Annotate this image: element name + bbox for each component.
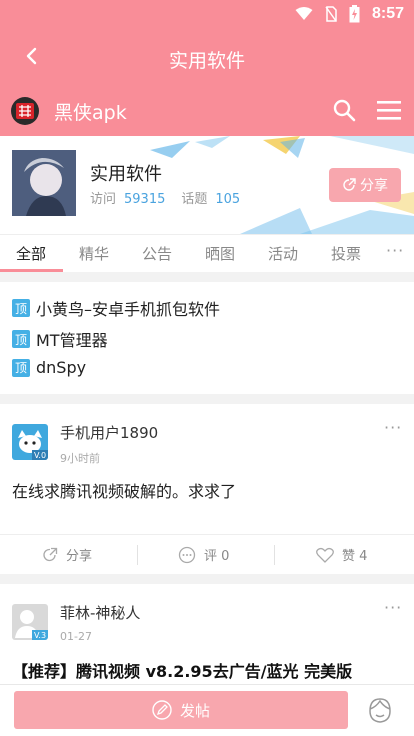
post-share-button[interactable]: 分享 xyxy=(42,545,92,564)
section-stats: 访问 59315 话题 105 xyxy=(90,188,256,207)
pinned-item[interactable]: 顶 小黄鸟–安卓手机抓包软件 xyxy=(12,296,220,320)
level-badge: V.3 xyxy=(34,631,46,640)
pin-tag: 顶 xyxy=(12,330,30,348)
tab-announcements[interactable]: 公告 xyxy=(142,243,172,264)
level-badge: V.0 xyxy=(34,451,46,460)
tabs-more-icon[interactable]: ··· xyxy=(386,241,404,260)
comment-count: 评 0 xyxy=(204,549,230,564)
tab-featured[interactable]: 精华 xyxy=(79,243,109,264)
pinned-item[interactable]: 顶 MT管理器 xyxy=(12,327,108,351)
post-comment-button[interactable]: 评 0 xyxy=(178,545,229,564)
post-like-button[interactable]: 赞 4 xyxy=(316,545,367,564)
topics-label: 话题 xyxy=(181,192,208,207)
post-time: 9小时前 xyxy=(60,452,100,465)
tab-events[interactable]: 活动 xyxy=(268,243,298,264)
red-seal-logo-icon[interactable] xyxy=(10,96,40,126)
like-count: 赞 4 xyxy=(342,549,368,564)
status-time: 8:57 xyxy=(371,5,404,22)
forum-name[interactable]: 黑侠apk xyxy=(54,98,127,125)
person-face-icon[interactable] xyxy=(366,695,394,725)
tab-votes[interactable]: 投票 xyxy=(331,243,361,264)
pinned-item[interactable]: 顶 dnSpy xyxy=(12,358,86,377)
share-label: 分享 xyxy=(66,549,93,564)
share-icon xyxy=(43,547,58,561)
status-icons: 8:57 xyxy=(295,5,404,23)
pin-tag: 顶 xyxy=(12,299,30,317)
tab-all[interactable]: 全部 xyxy=(16,243,46,264)
post-more-icon[interactable]: ··· xyxy=(384,418,402,437)
pinned-title: dnSpy xyxy=(36,358,87,377)
comment-icon xyxy=(178,546,196,563)
post-more-icon[interactable]: ··· xyxy=(384,598,402,617)
divider xyxy=(274,545,275,565)
topics-count: 105 xyxy=(215,192,241,207)
avatar[interactable]: V.0 xyxy=(12,424,48,460)
share-icon xyxy=(343,178,356,191)
wifi-icon xyxy=(295,7,313,20)
post-title[interactable]: 【推荐】腾讯视频 v8.2.95去广告/蓝光 完美版 xyxy=(12,658,352,682)
post-card[interactable]: V.3 菲林-神秘人 01-27 ··· 【推荐】腾讯视频 v8.2.95去广告… xyxy=(0,584,414,684)
post-text[interactable]: 在线求腾讯视频破解的。求求了 xyxy=(12,478,236,502)
hamburger-menu-icon[interactable] xyxy=(376,98,402,122)
divider xyxy=(137,545,138,565)
new-post-label: 发帖 xyxy=(179,701,210,720)
page-title: 实用软件 xyxy=(168,50,245,72)
tab-photos[interactable]: 晒图 xyxy=(205,243,235,264)
pinned-title: 小黄鸟–安卓手机抓包软件 xyxy=(36,300,221,319)
forum-bar: 黑侠apk xyxy=(0,86,414,136)
post-time: 01-27 xyxy=(60,630,92,643)
pin-tag: 顶 xyxy=(12,358,30,377)
section-name: 实用软件 xyxy=(90,164,162,185)
title-bar: 实用软件 xyxy=(0,30,414,86)
post-card[interactable]: V.0 手机用户1890 9小时前 ··· 在线求腾讯视频破解的。求求了 分享 … xyxy=(0,404,414,574)
no-sim-icon xyxy=(325,6,337,22)
status-bar: 8:57 xyxy=(0,0,414,30)
search-icon[interactable] xyxy=(332,98,356,122)
tab-active-indicator xyxy=(0,269,63,272)
battery-charging-icon xyxy=(349,5,360,23)
post-username[interactable]: 手机用户1890 xyxy=(60,422,158,443)
heart-icon xyxy=(316,547,334,563)
pinned-list: 顶 小黄鸟–安卓手机抓包软件 顶 MT管理器 顶 dnSpy xyxy=(0,282,414,394)
visits-count: 59315 xyxy=(124,192,166,207)
avatar[interactable]: V.3 xyxy=(12,604,48,640)
share-button[interactable]: 分享 xyxy=(329,168,401,202)
section-avatar xyxy=(12,150,76,216)
bottom-bar: 发帖 xyxy=(0,684,414,736)
post-username[interactable]: 菲林-神秘人 xyxy=(60,602,140,623)
share-label: 分享 xyxy=(360,178,388,194)
post-actions: 分享 评 0 赞 4 xyxy=(0,534,414,574)
pinned-title: MT管理器 xyxy=(36,331,108,350)
edit-icon xyxy=(152,700,172,720)
new-post-button[interactable]: 发帖 xyxy=(14,691,348,729)
section-header: 实用软件 访问 59315 话题 105 分享 xyxy=(0,136,414,234)
visits-label: 访问 xyxy=(90,192,117,207)
tab-bar: 全部 精华 公告 晒图 活动 投票 ··· xyxy=(0,234,414,272)
